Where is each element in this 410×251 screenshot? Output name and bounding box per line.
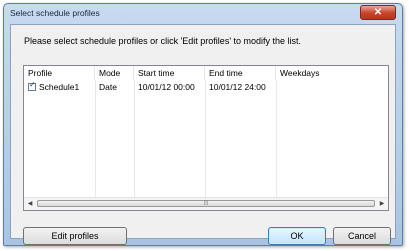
close-icon: ✕ (373, 6, 383, 18)
dialog-window: Select schedule profiles ✕ Please select… (3, 3, 403, 246)
dialog-body: Please select schedule profiles or click… (10, 24, 396, 245)
window-title: Select schedule profiles (10, 8, 100, 18)
column-header-start-time[interactable]: Start time (134, 66, 205, 80)
profile-checkbox[interactable]: ✓ (28, 80, 36, 91)
scroll-right-icon[interactable]: ▶ (376, 198, 388, 210)
grip-icon: ||| (204, 200, 208, 206)
column-header-end-time[interactable]: End time (205, 66, 276, 80)
weekdays-cell (276, 80, 388, 94)
ok-button[interactable]: OK (268, 227, 326, 245)
column-header-mode[interactable]: Mode (95, 66, 134, 80)
start-time-cell: 10/01/12 00:00 (138, 82, 195, 92)
close-button[interactable]: ✕ (360, 5, 396, 20)
cancel-button[interactable]: Cancel (333, 227, 391, 245)
end-time-cell: 10/01/12 24:00 (209, 82, 266, 92)
table-row[interactable]: ✓ Schedule1 Date 10/01/12 00:00 10/01/12… (24, 80, 388, 94)
profile-cell: ✓ Schedule1 (24, 80, 95, 94)
column-header-profile[interactable]: Profile (24, 66, 95, 80)
edit-profiles-button[interactable]: Edit profiles (23, 227, 127, 245)
profiles-list[interactable]: Profile Mode Start time End time Weekday… (23, 65, 389, 211)
mode-cell: Date (99, 82, 117, 92)
instruction-text: Please select schedule profiles or click… (24, 36, 302, 46)
scroll-thumb[interactable]: ||| (37, 200, 375, 207)
scroll-left-icon[interactable]: ◀ (24, 198, 36, 210)
check-icon: ✓ (29, 80, 36, 89)
column-header-weekdays[interactable]: Weekdays (276, 66, 388, 80)
profile-name: Schedule1 (39, 82, 80, 92)
table-header: Profile Mode Start time End time Weekday… (24, 66, 388, 80)
title-bar[interactable]: Select schedule profiles ✕ (4, 4, 402, 24)
horizontal-scrollbar[interactable]: ◀ ||| ▶ (24, 197, 388, 210)
